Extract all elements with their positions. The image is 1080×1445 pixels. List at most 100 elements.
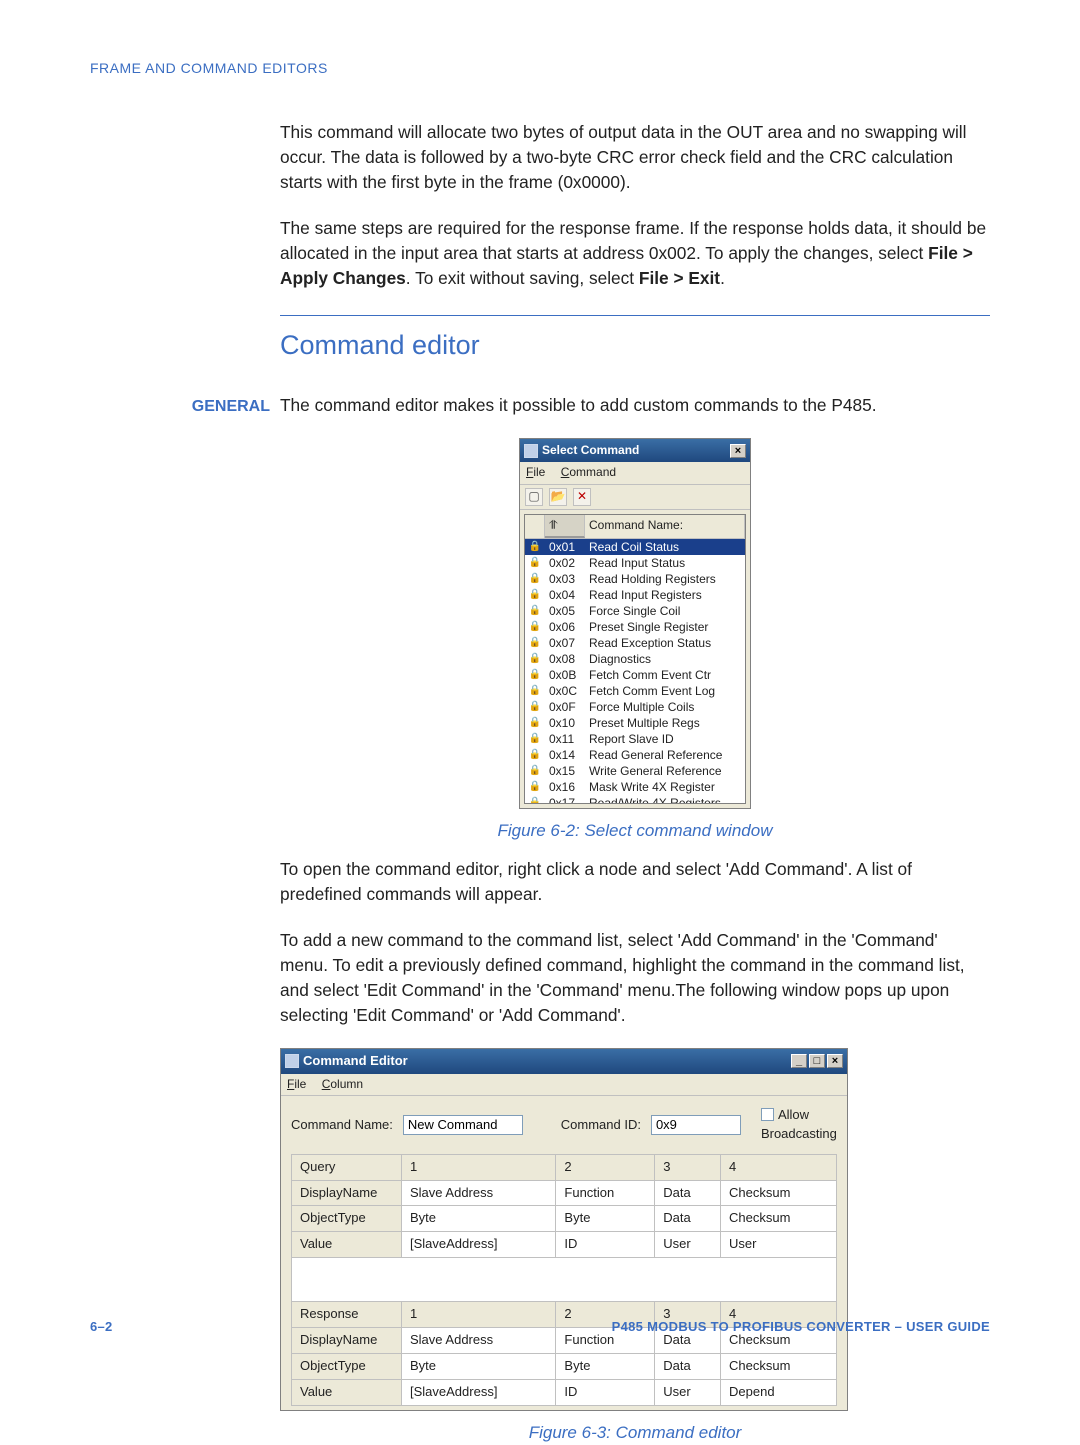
paragraph: The command editor makes it possible to …: [280, 393, 990, 418]
command-name-input[interactable]: [403, 1115, 523, 1135]
maximize-button[interactable]: □: [809, 1054, 825, 1068]
cmd-name: Write General Reference: [585, 763, 745, 779]
list-item[interactable]: 🔒0x04Read Input Registers: [525, 587, 745, 603]
lock-icon: 🔒: [525, 779, 545, 795]
text: The same steps are required for the resp…: [280, 218, 986, 263]
list-item[interactable]: 🔒0x05Force Single Coil: [525, 603, 745, 619]
titlebar[interactable]: Command Editor _ □ ×: [281, 1049, 847, 1074]
paragraph: The same steps are required for the resp…: [280, 216, 990, 291]
page-footer: 6–2 P485 MODBUS TO PROFIBUS CONVERTER – …: [90, 1318, 990, 1337]
row-label: ObjectType: [292, 1353, 402, 1379]
app-icon: [285, 1054, 299, 1068]
cell[interactable]: Data: [655, 1353, 721, 1379]
col-name[interactable]: Command Name:: [585, 515, 745, 538]
cell[interactable]: Depend: [721, 1379, 837, 1405]
open-icon[interactable]: 📂: [549, 488, 567, 506]
select-command-window: Select Command × File Command ▢ 📂 ✕ ⥣: [519, 438, 751, 809]
menu-file[interactable]: File: [287, 1077, 306, 1091]
close-button[interactable]: ×: [827, 1054, 843, 1068]
cell[interactable]: Data: [655, 1206, 721, 1232]
cmd-name: Fetch Comm Event Ctr: [585, 667, 745, 683]
command-id-input[interactable]: [651, 1115, 741, 1135]
list-header: ⥣ Command Name:: [525, 515, 745, 539]
cmd-name: Force Multiple Coils: [585, 699, 745, 715]
query-table[interactable]: Query 1 2 3 4 DisplayNameSlave AddressFu…: [291, 1154, 837, 1406]
window-title: Command Editor: [303, 1052, 408, 1071]
cell[interactable]: Byte: [402, 1206, 556, 1232]
cell[interactable]: Byte: [402, 1353, 556, 1379]
cmd-code: 0x06: [545, 619, 585, 635]
cell[interactable]: Function: [556, 1180, 655, 1206]
allow-broadcast-checkbox[interactable]: Allow Broadcasting: [761, 1106, 837, 1144]
list-item[interactable]: 🔒0x02Read Input Status: [525, 555, 745, 571]
list-item[interactable]: 🔒0x10Preset Multiple Regs: [525, 715, 745, 731]
cmd-name: Diagnostics: [585, 651, 745, 667]
list-item[interactable]: 🔒0x17Read/Write 4X Registers: [525, 795, 745, 804]
col-header[interactable]: 2: [556, 1154, 655, 1180]
cell[interactable]: ID: [556, 1232, 655, 1258]
cmd-code: 0x15: [545, 763, 585, 779]
menubar[interactable]: File Column: [281, 1074, 847, 1096]
lock-icon: 🔒: [525, 571, 545, 587]
cmd-name: Read Input Registers: [585, 587, 745, 603]
titlebar[interactable]: Select Command ×: [520, 439, 750, 462]
cell[interactable]: User: [655, 1379, 721, 1405]
figure-caption: Figure 6-3: Command editor: [280, 1421, 990, 1445]
list-item[interactable]: 🔒0x14Read General Reference: [525, 747, 745, 763]
minimize-button[interactable]: _: [791, 1054, 807, 1068]
cmd-name: Read General Reference: [585, 747, 745, 763]
cell[interactable]: Byte: [556, 1206, 655, 1232]
list-item[interactable]: 🔒0x08Diagnostics: [525, 651, 745, 667]
cell[interactable]: Byte: [556, 1353, 655, 1379]
lock-icon: 🔒: [525, 699, 545, 715]
cell[interactable]: Checksum: [721, 1206, 837, 1232]
cmd-code: 0x0F: [545, 699, 585, 715]
delete-icon[interactable]: ✕: [573, 488, 591, 506]
menu-column[interactable]: Column: [322, 1077, 363, 1091]
list-item[interactable]: 🔒0x15Write General Reference: [525, 763, 745, 779]
divider: [280, 315, 990, 316]
lock-icon: 🔒: [525, 795, 545, 804]
col-header[interactable]: 4: [721, 1154, 837, 1180]
lock-icon: 🔒: [525, 683, 545, 699]
lock-icon: 🔒: [525, 731, 545, 747]
col-code[interactable]: ⥣: [545, 515, 585, 538]
cell[interactable]: User: [721, 1232, 837, 1258]
list-item[interactable]: 🔒0x0BFetch Comm Event Ctr: [525, 667, 745, 683]
new-icon[interactable]: ▢: [525, 488, 543, 506]
list-item[interactable]: 🔒0x07Read Exception Status: [525, 635, 745, 651]
cell[interactable]: User: [655, 1232, 721, 1258]
menu-command[interactable]: Command: [561, 465, 616, 479]
cmd-code: 0x10: [545, 715, 585, 731]
cell[interactable]: Checksum: [721, 1180, 837, 1206]
col-header[interactable]: 1: [402, 1154, 556, 1180]
cell[interactable]: Slave Address: [402, 1180, 556, 1206]
list-item[interactable]: 🔒0x16Mask Write 4X Register: [525, 779, 745, 795]
lock-icon: 🔒: [525, 603, 545, 619]
cmd-code: 0x16: [545, 779, 585, 795]
cell[interactable]: Checksum: [721, 1353, 837, 1379]
list-item[interactable]: 🔒0x06Preset Single Register: [525, 619, 745, 635]
menu-file[interactable]: File: [526, 465, 545, 479]
cell[interactable]: [SlaveAddress]: [402, 1232, 556, 1258]
cmd-code: 0x04: [545, 587, 585, 603]
list-item[interactable]: 🔒0x0CFetch Comm Event Log: [525, 683, 745, 699]
lock-icon: 🔒: [525, 539, 545, 555]
cell[interactable]: ID: [556, 1379, 655, 1405]
cell[interactable]: [SlaveAddress]: [402, 1379, 556, 1405]
menubar[interactable]: File Command: [520, 462, 750, 484]
list-item[interactable]: 🔒0x01Read Coil Status: [525, 539, 745, 555]
list-item[interactable]: 🔒0x03Read Holding Registers: [525, 571, 745, 587]
close-button[interactable]: ×: [730, 444, 746, 458]
col-header[interactable]: 3: [655, 1154, 721, 1180]
cell[interactable]: Data: [655, 1180, 721, 1206]
cmd-name: Mask Write 4X Register: [585, 779, 745, 795]
cmd-code: 0x02: [545, 555, 585, 571]
list-item[interactable]: 🔒0x0FForce Multiple Coils: [525, 699, 745, 715]
command-list[interactable]: ⥣ Command Name: 🔒0x01Read Coil Status🔒0x…: [524, 514, 746, 804]
cmd-code: 0x0C: [545, 683, 585, 699]
footer-title: P485 MODBUS TO PROFIBUS CONVERTER – USER…: [612, 1318, 990, 1337]
cmd-code: 0x01: [545, 539, 585, 555]
cmd-name: Read Exception Status: [585, 635, 745, 651]
list-item[interactable]: 🔒0x11Report Slave ID: [525, 731, 745, 747]
